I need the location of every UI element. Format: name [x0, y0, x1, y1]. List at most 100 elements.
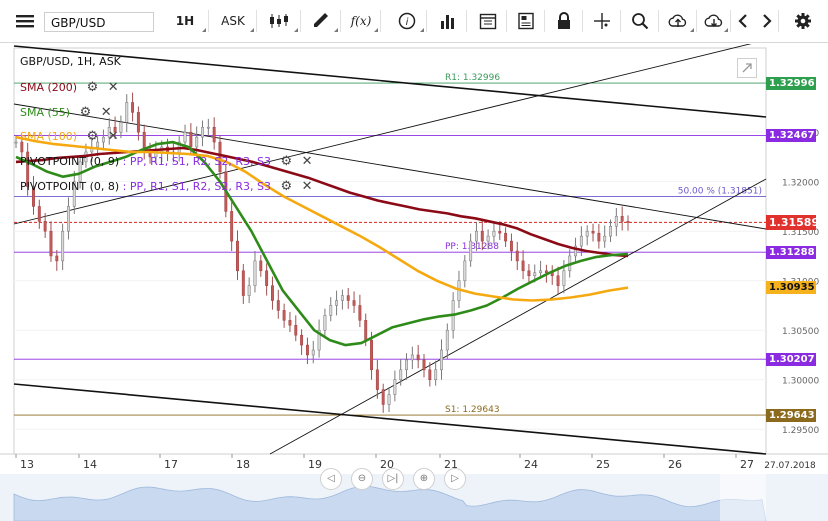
- sma100-settings-gear-icon[interactable]: ⚙: [87, 129, 99, 144]
- candle-body: [119, 122, 123, 133]
- x-tick-label: 25: [596, 458, 610, 471]
- price-side-button[interactable]: ASK: [210, 10, 257, 32]
- nav-back-button[interactable]: ◁: [320, 468, 342, 490]
- sma55-remove-close-icon[interactable]: ✕: [101, 105, 112, 120]
- candle-body: [271, 285, 274, 301]
- price-box-upper: 1.32467: [766, 128, 816, 142]
- chart-type-button[interactable]: [258, 10, 301, 32]
- scroll-right-button[interactable]: [756, 10, 779, 32]
- draw-button[interactable]: [302, 10, 341, 32]
- candle-body: [276, 300, 280, 311]
- volume-button[interactable]: [430, 10, 467, 32]
- price-chart[interactable]: R1: 1.3299650.00 % (1.31851)PP: 1.31288S…: [0, 44, 828, 521]
- nav-zoom-in-button[interactable]: ⊕: [413, 468, 435, 490]
- candle-body: [416, 354, 420, 361]
- hamburger-icon: [16, 15, 34, 28]
- menu-icon[interactable]: [8, 10, 42, 32]
- x-tick-label: 18: [236, 458, 250, 471]
- candle-body: [282, 310, 286, 321]
- expand-chart-button[interactable]: [737, 58, 757, 78]
- pivot2-remove-close-icon[interactable]: ✕: [302, 179, 313, 194]
- toolbar: GBP/USD 1H ASK f(x) i: [0, 0, 828, 43]
- sma200-label: SMA (200): [20, 81, 78, 94]
- candle-body: [434, 369, 438, 380]
- candle-body: [393, 379, 397, 395]
- candle-body: [323, 315, 327, 331]
- candle-body: [259, 260, 263, 272]
- candle-body: [67, 206, 70, 232]
- svg-text:i: i: [406, 17, 409, 28]
- scroll-left-button[interactable]: [732, 10, 754, 32]
- indicators-button[interactable]: f(x): [342, 10, 381, 32]
- sma55-settings-gear-icon[interactable]: ⚙: [80, 105, 92, 120]
- sma200-settings-gear-icon[interactable]: ⚙: [87, 80, 99, 95]
- candle-body: [521, 260, 525, 272]
- y-tick-label: 1.30500: [782, 327, 819, 337]
- upload-button[interactable]: [660, 10, 697, 32]
- cloud-upload-icon: [668, 14, 687, 27]
- cloud-download-icon: [704, 14, 723, 27]
- y-tick-label: 1.32000: [782, 179, 819, 189]
- nav-forward-button[interactable]: ▷: [444, 468, 466, 490]
- chart-area[interactable]: R1: 1.32996 50.00 % (1.31851) PP: 1.31288 S…: [0, 44, 828, 521]
- timeframe-button[interactable]: 1H: [162, 10, 209, 32]
- x-tick-label: 26: [668, 458, 682, 471]
- candle-body: [515, 250, 519, 262]
- candle-body: [556, 275, 560, 286]
- candle-body: [614, 216, 618, 227]
- candle-body: [469, 240, 473, 262]
- info-button[interactable]: i: [388, 10, 427, 32]
- candle-body: [49, 230, 53, 257]
- news-button[interactable]: [508, 10, 545, 32]
- candle-body: [236, 240, 239, 272]
- candle-body: [591, 230, 595, 234]
- x-tick-label: 24: [524, 458, 538, 471]
- nav-zoom-out-button[interactable]: ⊖: [351, 468, 373, 490]
- x-tick-label: 14: [83, 458, 97, 471]
- candle-body: [492, 230, 496, 237]
- expand-icon: [742, 63, 752, 73]
- crosshair-button[interactable]: [584, 10, 621, 32]
- pivot2-settings-gear-icon[interactable]: ⚙: [280, 179, 292, 194]
- candle-body: [265, 270, 269, 286]
- candle-body: [311, 349, 315, 356]
- candle-body: [480, 230, 484, 242]
- nav-reset-button[interactable]: ▷|: [382, 468, 404, 490]
- x-tick-label: 27.07.2018: [764, 461, 816, 471]
- candle-body: [620, 216, 624, 222]
- legend-pivot-2: PIVOTPOINT (0, 8) : PP, R1, S1, R2, S2, …: [20, 179, 313, 194]
- candle-body: [329, 305, 333, 316]
- sma200-remove-close-icon[interactable]: ✕: [108, 80, 119, 95]
- pivot1-remove-close-icon[interactable]: ✕: [302, 154, 313, 169]
- candle-body: [410, 354, 414, 361]
- zoom-button[interactable]: [622, 10, 659, 32]
- settings-button[interactable]: [788, 10, 818, 32]
- level-label-S1: S1: 1.29643: [445, 405, 500, 415]
- candle-body: [241, 270, 245, 296]
- lock-button[interactable]: [546, 10, 583, 32]
- calendar-button[interactable]: [470, 10, 507, 32]
- level-label-PP: PP: 1.31288: [445, 242, 499, 252]
- candle-body: [486, 235, 490, 242]
- sma55-label: SMA (55): [20, 106, 71, 119]
- sma100-remove-close-icon[interactable]: ✕: [108, 129, 119, 144]
- candle-body: [387, 394, 391, 405]
- candle-body: [422, 359, 426, 371]
- x-tick-label: 13: [20, 458, 34, 471]
- candle-body: [504, 232, 508, 242]
- candle-body: [533, 272, 537, 277]
- candle-body: [247, 285, 251, 296]
- candle-body: [445, 329, 449, 351]
- candle-body: [300, 334, 304, 346]
- candle-body: [626, 221, 630, 223]
- candle-body: [195, 136, 199, 148]
- symbol-field[interactable]: GBP/USD: [44, 12, 154, 32]
- candle-body: [358, 305, 362, 321]
- pivot2-items: PP, R1, S1, R2, S2, R3, S3: [129, 180, 271, 193]
- price-box-current: 1.31589: [766, 214, 819, 230]
- pivot1-settings-gear-icon[interactable]: ⚙: [280, 154, 292, 169]
- search-icon: [632, 13, 649, 30]
- download-button[interactable]: [698, 10, 731, 32]
- candle-body: [428, 369, 432, 380]
- candle-body: [463, 260, 467, 281]
